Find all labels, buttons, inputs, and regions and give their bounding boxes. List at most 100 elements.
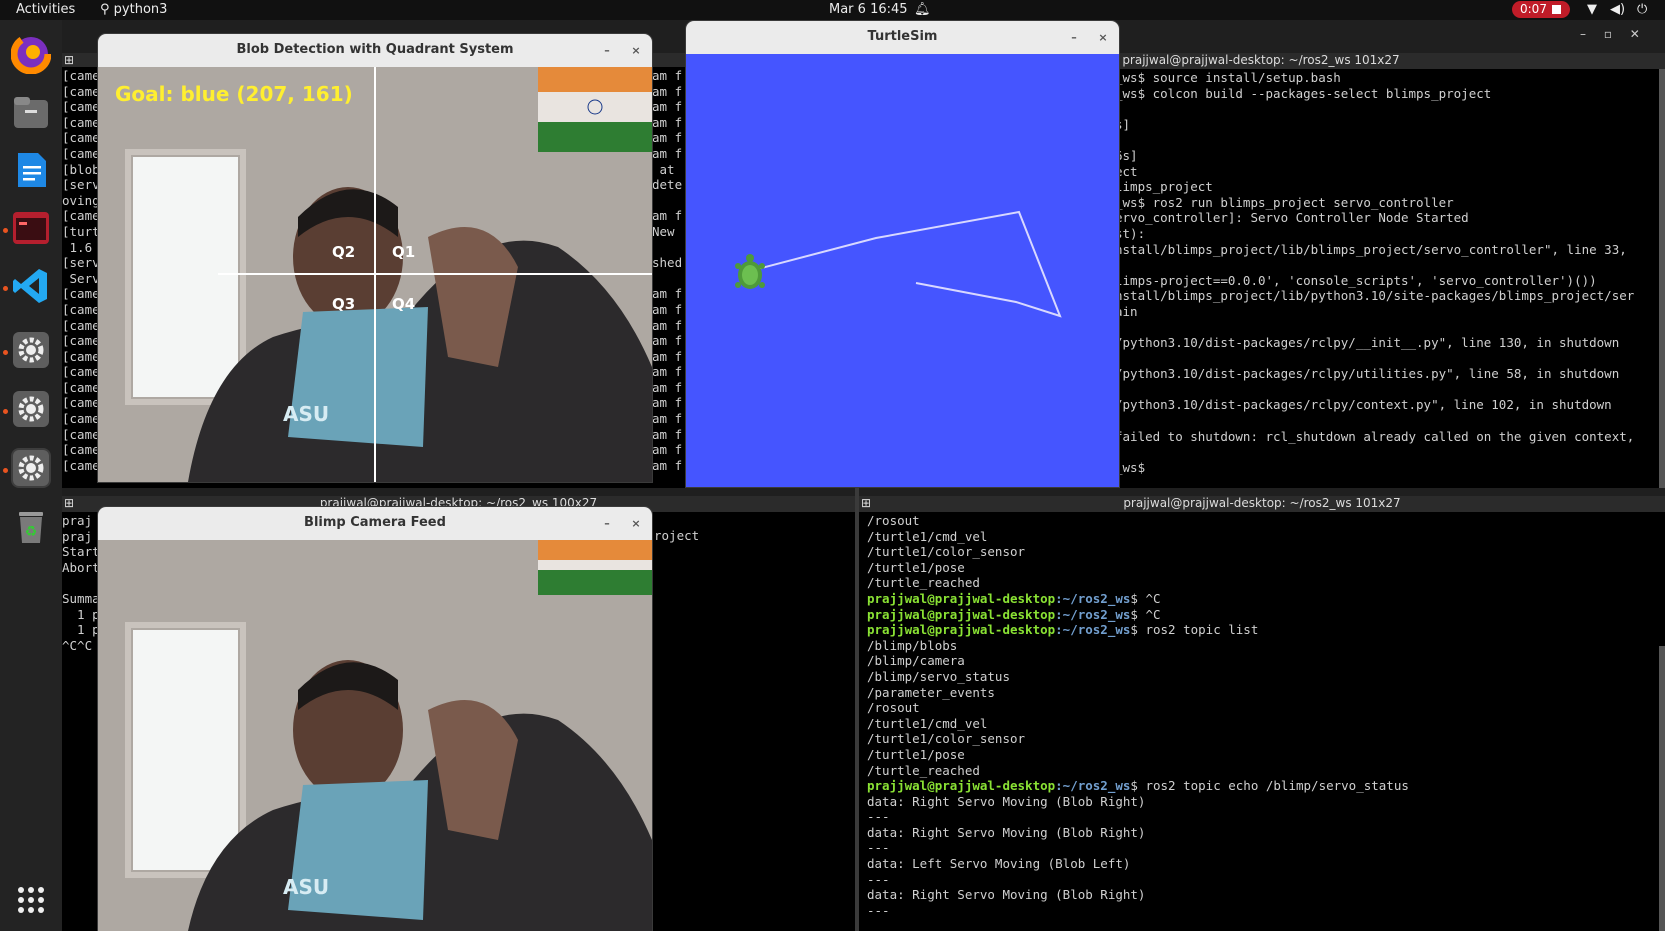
stop-icon — [1552, 5, 1561, 14]
turtle-icon — [735, 254, 765, 289]
window-title-bar[interactable]: TurtleSim – × — [686, 21, 1119, 54]
minimize-button[interactable]: – — [1067, 31, 1081, 45]
tab-icon: ⊞ — [64, 496, 75, 510]
tab-icon: ⊞ — [861, 496, 872, 510]
terminal-window-controls: – ▫ ✕ — [1580, 27, 1640, 41]
clock[interactable]: Mar 6 16:45 — [829, 2, 908, 17]
terminal-bottom-right[interactable]: ⊞ prajjwal@prajjwal-desktop: ~/ros2_ws 1… — [859, 496, 1665, 931]
terminal-output: _ws$ source install/setup.bash _ws$ colco… — [1115, 70, 1661, 488]
card-logo-text: ASU — [283, 875, 329, 899]
prompt-path: :~/ros2_ws — [1055, 606, 1131, 622]
files-icon[interactable] — [11, 92, 51, 132]
terminal-line: /rosout — [867, 700, 920, 716]
terminal-line: /turtle1/cmd_vel — [867, 528, 988, 544]
window-title: Blimp Camera Feed — [304, 515, 446, 530]
terminal-output: /rosout/turtle1/cmd_vel/turtle1/color_se… — [867, 513, 1661, 931]
terminal-line: /turtle1/pose — [867, 559, 965, 575]
prompt-user: prajjwal@prajjwal-desktop — [867, 622, 1056, 638]
running-indicator — [3, 286, 8, 291]
close-button[interactable]: ✕ — [1630, 27, 1640, 41]
close-button[interactable]: × — [1096, 31, 1110, 45]
vscode-icon[interactable] — [11, 266, 51, 306]
terminal-line: /python3.10/dist-packages/rclpy/__init__… — [1115, 335, 1620, 351]
terminal-icon[interactable] — [11, 208, 51, 248]
terminal-line: /turtle1/pose — [867, 746, 965, 762]
terminal-line: /rosout — [867, 513, 920, 528]
settings-icon[interactable] — [11, 389, 51, 429]
terminal-line: limps-project==0.0.0', 'console_scripts'… — [1115, 272, 1597, 288]
running-indicator — [3, 228, 8, 233]
terminal-line: _ws$ source install/setup.bash — [1115, 70, 1341, 85]
prompt-user: prajjwal@prajjwal-desktop — [867, 606, 1056, 622]
terminal-line: --- — [867, 840, 890, 856]
prompt-path: :~/ros2_ws — [1055, 778, 1131, 794]
maximize-button[interactable]: ▫ — [1604, 27, 1612, 41]
terminal-line: 6s] — [1115, 147, 1138, 163]
terminal-line: data: Right Servo Moving (Blob Right) — [867, 793, 1146, 809]
recording-indicator[interactable]: 0:07 — [1512, 1, 1570, 18]
turtlesim-window[interactable]: TurtleSim – × — [686, 21, 1119, 487]
wifi-icon[interactable]: ▼ — [1587, 2, 1597, 17]
terminal-line: nstall/blimps_project/lib/python3.10/sit… — [1115, 288, 1635, 304]
terminal-command-line: prajjwal@prajjwal-desktop:~/ros2_ws$ ^C — [867, 607, 1661, 623]
terminal-line: /parameter_events — [867, 684, 995, 700]
terminal-line: --- — [867, 871, 890, 887]
terminal-line: --- — [867, 902, 890, 918]
window-title-bar[interactable]: Blob Detection with Quadrant System – × — [98, 34, 652, 67]
trash-icon[interactable]: ♻ — [11, 506, 51, 546]
quadrant-label-q4: Q4 — [392, 295, 416, 313]
terminal-line: nstall/blimps_project/lib/blimps_project… — [1115, 241, 1627, 257]
terminal-command-line: prajjwal@prajjwal-desktop:~/ros2_ws$ ros… — [867, 622, 1661, 638]
terminal-line: ect — [1115, 163, 1138, 179]
minimize-button[interactable]: – — [1580, 27, 1586, 41]
terminal-command-line: prajjwal@prajjwal-desktop:~/ros2_ws$ ^C — [867, 591, 1661, 607]
activities-button[interactable]: Activities — [16, 2, 75, 17]
blob-detection-window[interactable]: Blob Detection with Quadrant System – × … — [98, 34, 652, 482]
minimize-button[interactable]: – — [600, 517, 614, 531]
terminal-line: ervo_controller]: Servo Controller Node … — [1115, 210, 1469, 226]
window-title: Blob Detection with Quadrant System — [236, 42, 514, 57]
terminal-line: --- — [867, 809, 890, 825]
camera-scene: ASU — [98, 67, 652, 482]
firefox-icon[interactable] — [10, 33, 52, 75]
window-title-bar[interactable]: Blimp Camera Feed – × — [98, 507, 652, 540]
terminal-line: /turtle_reached — [867, 762, 980, 778]
prompt-user: prajjwal@prajjwal-desktop — [867, 778, 1056, 794]
dock: ♻ — [0, 20, 62, 931]
terminal-line: /blimp/servo_status — [867, 668, 1010, 684]
terminal-line: data: Left Servo Moving (Blob Left) — [867, 856, 1131, 872]
terminal-line: _ws$ ros2 run blimps_project servo_contr… — [1115, 194, 1454, 210]
terminal-line: /turtle1/color_sensor — [867, 731, 1026, 747]
python-icon: ⚲ — [100, 2, 114, 17]
terminal-line: /blimp/camera — [867, 653, 965, 669]
blimp-camera-window[interactable]: Blimp Camera Feed – × ASU — [98, 507, 652, 931]
terminal-line: /blimp/blobs — [867, 637, 958, 653]
writer-icon[interactable] — [11, 150, 51, 190]
scrollbar[interactable] — [1659, 69, 1665, 488]
turtlesim-canvas — [686, 54, 1119, 487]
command-text: $ ^C — [1130, 590, 1161, 606]
app-grid-icon[interactable] — [11, 880, 51, 920]
power-icon[interactable]: ⏻ — [1637, 2, 1647, 17]
turtle-path — [735, 210, 1062, 318]
terminal-title-bar[interactable]: ⊞ prajjwal@prajjwal-desktop: ~/ros2_ws 1… — [859, 496, 1665, 512]
minimize-button[interactable]: – — [600, 44, 614, 58]
close-button[interactable]: × — [629, 44, 643, 58]
scrollbar[interactable] — [1659, 646, 1665, 931]
terminal-command-line: prajjwal@prajjwal-desktop:~/ros2_ws$ ros… — [867, 778, 1661, 794]
prompt-path: :~/ros2_ws — [1055, 622, 1131, 638]
app-menu[interactable]: ⚲ python3 — [100, 2, 167, 17]
terminal-line: /turtle1/color_sensor — [867, 544, 1026, 560]
close-button[interactable]: × — [629, 517, 643, 531]
settings-icon[interactable] — [11, 448, 51, 488]
settings-icon[interactable] — [11, 330, 51, 370]
volume-icon[interactable]: ◀) — [1610, 2, 1625, 17]
running-indicator — [3, 468, 8, 473]
terminal-line: _ws$ colcon build --packages-select blim… — [1115, 85, 1492, 101]
